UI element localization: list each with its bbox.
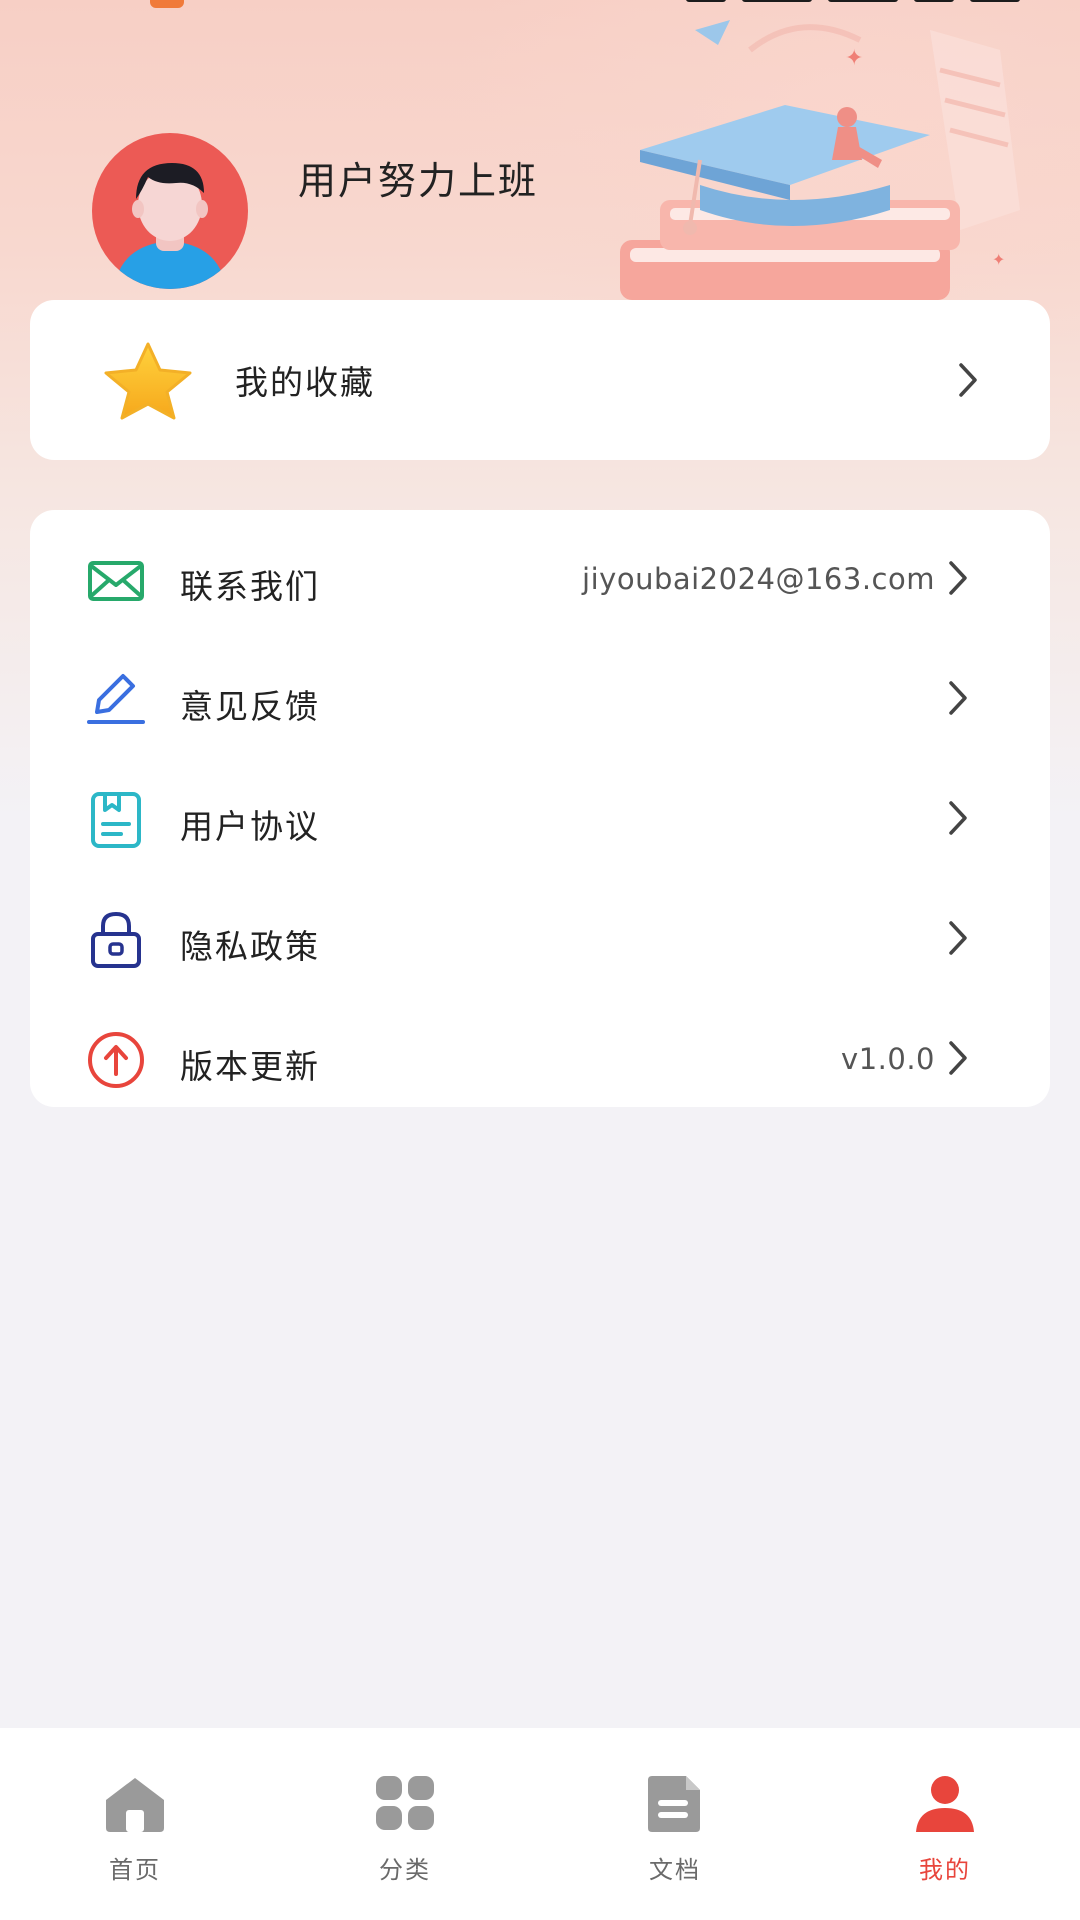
menu-item-version-update[interactable]: 版本更新 v1.0.0 xyxy=(30,1008,1050,1108)
contact-email: jiyoubai2024@163.com xyxy=(582,562,935,596)
tab-label: 我的 xyxy=(919,1856,971,1884)
upgrade-icon xyxy=(88,1032,144,1088)
settings-menu: 联系我们 jiyoubai2024@163.com 意见反馈 用户协议 隐私政策… xyxy=(30,510,1050,1107)
tab-category[interactable]: 分类 xyxy=(270,1728,540,1920)
user-icon xyxy=(916,1776,974,1832)
profile-screen: ✦ ✦ 用户努力上班 我的收藏 联系我们 jiyoubai2024@163.co… xyxy=(0,0,1080,1920)
menu-item-contact-us[interactable]: 联系我们 jiyoubai2024@163.com xyxy=(30,528,1050,628)
avatar-person-icon xyxy=(114,163,226,289)
tab-documents[interactable]: 文档 xyxy=(540,1728,810,1920)
menu-item-feedback[interactable]: 意见反馈 xyxy=(30,648,1050,748)
favorites-label: 我的收藏 xyxy=(235,363,375,402)
chevron-right-icon xyxy=(949,921,967,955)
tab-mine[interactable]: 我的 xyxy=(810,1728,1080,1920)
status-indicators xyxy=(686,0,1020,8)
file-icon xyxy=(648,1776,700,1832)
chevron-right-icon xyxy=(959,363,977,397)
tab-home[interactable]: 首页 xyxy=(0,1728,270,1920)
tab-label: 分类 xyxy=(379,1856,431,1884)
bottom-tab-bar: 首页 分类 文档 我的 xyxy=(0,1728,1080,1920)
lock-icon xyxy=(91,911,141,968)
tab-label: 首页 xyxy=(109,1856,161,1884)
graduation-illustration: ✦ ✦ xyxy=(620,20,1020,300)
chevron-right-icon xyxy=(949,561,967,595)
document-icon xyxy=(91,792,141,848)
home-icon xyxy=(106,1778,164,1832)
username: 用户努力上班 xyxy=(298,159,539,203)
star-icon xyxy=(104,342,192,420)
edit-icon xyxy=(87,674,145,724)
menu-item-label: 隐私政策 xyxy=(180,927,320,966)
menu-item-label: 意见反馈 xyxy=(180,687,320,726)
chevron-right-icon xyxy=(949,801,967,835)
menu-item-label: 版本更新 xyxy=(180,1047,320,1086)
menu-item-label: 用户协议 xyxy=(180,807,320,846)
app-version: v1.0.0 xyxy=(841,1042,935,1076)
svg-text:✦: ✦ xyxy=(845,46,863,71)
status-bar xyxy=(0,0,1080,10)
grid-icon xyxy=(376,1776,434,1830)
chevron-right-icon xyxy=(949,681,967,715)
menu-item-user-agreement[interactable]: 用户协议 xyxy=(30,768,1050,868)
chevron-right-icon xyxy=(949,1041,967,1075)
favorites-row[interactable]: 我的收藏 xyxy=(30,300,1050,460)
tab-label: 文档 xyxy=(649,1856,701,1884)
avatar[interactable] xyxy=(92,133,248,289)
svg-text:✦: ✦ xyxy=(992,250,1005,269)
menu-item-privacy-policy[interactable]: 隐私政策 xyxy=(30,888,1050,988)
notification-icon xyxy=(150,0,184,8)
mail-icon xyxy=(88,561,144,601)
menu-item-label: 联系我们 xyxy=(180,567,320,606)
